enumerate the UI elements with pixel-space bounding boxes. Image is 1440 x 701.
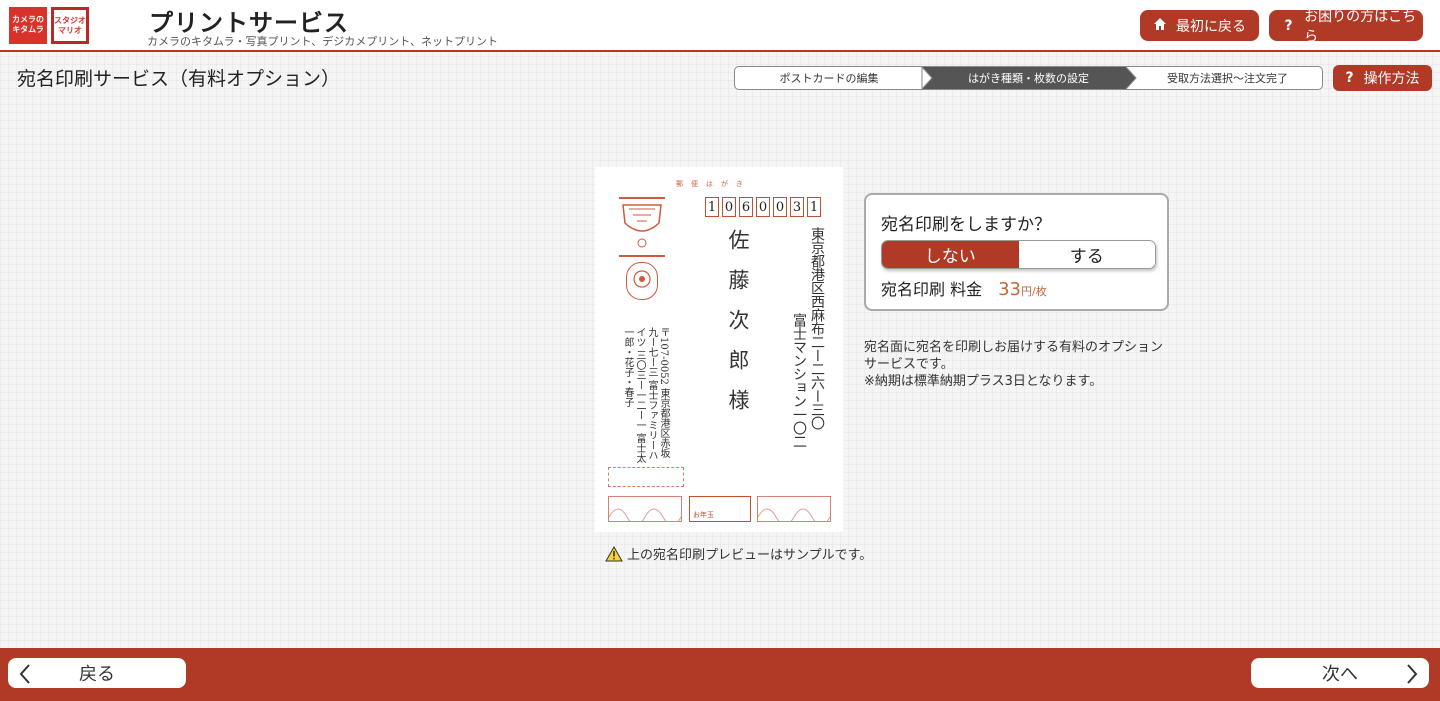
step-label: ポストカードの編集	[779, 72, 879, 85]
zip-digit: 0	[756, 197, 770, 217]
operation-guide-label: 操作方法	[1363, 71, 1420, 87]
zip-digit: 6	[739, 197, 753, 217]
zip-digit: 3	[790, 197, 804, 217]
wave-pattern-right	[757, 496, 831, 526]
studio-mario-logo-text: スタジオマリオ	[54, 16, 86, 35]
lottery-stamp-label: お年玉	[693, 511, 714, 519]
postcard-top-label: 郵便はがき	[676, 180, 751, 188]
price-value: 33	[998, 279, 1021, 300]
footer-bar: 戻る 次へ	[0, 648, 1440, 701]
back-button-label: 戻る	[79, 664, 115, 685]
page-title: 宛名印刷サービス（有料オプション）	[17, 68, 341, 90]
description-note: ※納期は標準納期プラス3日となります。	[864, 374, 1103, 389]
preview-note-text: 上の宛名印刷プレビューはサンプルです。	[627, 548, 873, 563]
kitamura-logo-text: カメラのキタムラ	[12, 15, 44, 34]
next-button[interactable]: 次へ	[1251, 658, 1429, 688]
recipient-address-line2: 富士マンション一〇二	[791, 313, 807, 448]
option-no-print-label: しない	[924, 247, 976, 267]
help-button-label: お困りの方はこちら	[1304, 8, 1417, 45]
zip-code-boxes: 1 0 6 0 0 3 1	[705, 197, 824, 217]
zip-digit: 1	[705, 197, 719, 217]
address-print-question: 宛名印刷をしますか？	[881, 215, 1051, 235]
price-row: 宛名印刷 料金 33円/枚	[881, 276, 1047, 300]
chevron-right-icon	[1405, 663, 1419, 690]
next-button-label: 次へ	[1322, 664, 1358, 685]
fan-illustration	[619, 197, 665, 257]
option-print-label: する	[1069, 247, 1104, 267]
zip-digit: 0	[773, 197, 787, 217]
sender-zip-boxes	[608, 467, 684, 487]
description-line: 宛名面に宛名を印刷しお届けする有料のオプションサービスです。	[864, 340, 1164, 372]
step-type-quantity: はがき種類・枚数の設定	[926, 66, 1131, 90]
recipient-name: 佐藤次郎様	[726, 229, 750, 429]
step-receive-order: 受取方法選択～注文完了	[1134, 66, 1321, 90]
progress-steps: ポストカードの編集 はがき種類・枚数の設定 受取方法選択～注文完了	[734, 66, 1323, 90]
kitamura-logo[interactable]: カメラのキタムラ	[9, 7, 47, 44]
option-no-print[interactable]: しない	[882, 241, 1019, 268]
studio-mario-logo[interactable]: スタジオマリオ	[51, 7, 89, 44]
home-button-label: 最初に戻る	[1176, 18, 1246, 35]
zip-digit: 1	[807, 197, 821, 217]
operation-guide-button[interactable]: ? 操作方法	[1333, 65, 1432, 91]
zip-digit: 0	[722, 197, 736, 217]
address-print-toggle: しない する	[881, 240, 1156, 269]
back-button[interactable]: 戻る	[8, 658, 186, 688]
help-button[interactable]: ? お困りの方はこちら	[1269, 9, 1423, 45]
warning-icon	[605, 545, 623, 561]
header-bar: カメラのキタムラ スタジオマリオ プリントサービス カメラのキタムラ・写真プリン…	[0, 0, 1440, 52]
option-print[interactable]: する	[1018, 241, 1155, 268]
question-icon: ?	[1284, 17, 1293, 34]
chevron-left-icon	[18, 663, 32, 690]
lottery-stamp: お年玉	[689, 496, 751, 522]
sender-info: 〒107-0052 東京都港区赤坂九ー七ー三 富士ファミリーハイツ 三〇三ー一二…	[622, 327, 669, 464]
brand-subtitle: カメラのキタムラ・写真プリント、デジカメプリント、ネットプリント	[147, 35, 499, 48]
price-label: 宛名印刷 料金	[881, 280, 983, 299]
question-icon: ?	[1345, 70, 1354, 86]
step-label: はがき種類・枚数の設定	[968, 72, 1089, 85]
address-print-panel: 宛名印刷をしますか？ しない する 宛名印刷 料金 33円/枚	[864, 193, 1169, 311]
home-button[interactable]: 最初に戻る	[1140, 10, 1259, 41]
plum-stamp-icon	[626, 262, 658, 300]
step-label: 受取方法選択～注文完了	[1167, 72, 1288, 85]
recipient-address-line1: 東京都港区西麻布二ー二六ー三〇	[809, 227, 825, 430]
wave-pattern-left	[608, 496, 682, 526]
home-icon	[1152, 17, 1168, 35]
option-description: 宛名面に宛名を印刷しお届けする有料のオプションサービスです。 ※納期は標準納期プ…	[864, 339, 1169, 390]
postcard-preview: 郵便はがき 1 0 6 0 0 3 1 佐藤次郎様 東京都港区西麻布二ー二六ー三…	[595, 167, 843, 532]
price-unit: 円/枚	[1021, 285, 1047, 298]
step-edit-postcard: ポストカードの編集	[734, 66, 924, 90]
preview-note: 上の宛名印刷プレビューはサンプルです。	[605, 544, 872, 563]
